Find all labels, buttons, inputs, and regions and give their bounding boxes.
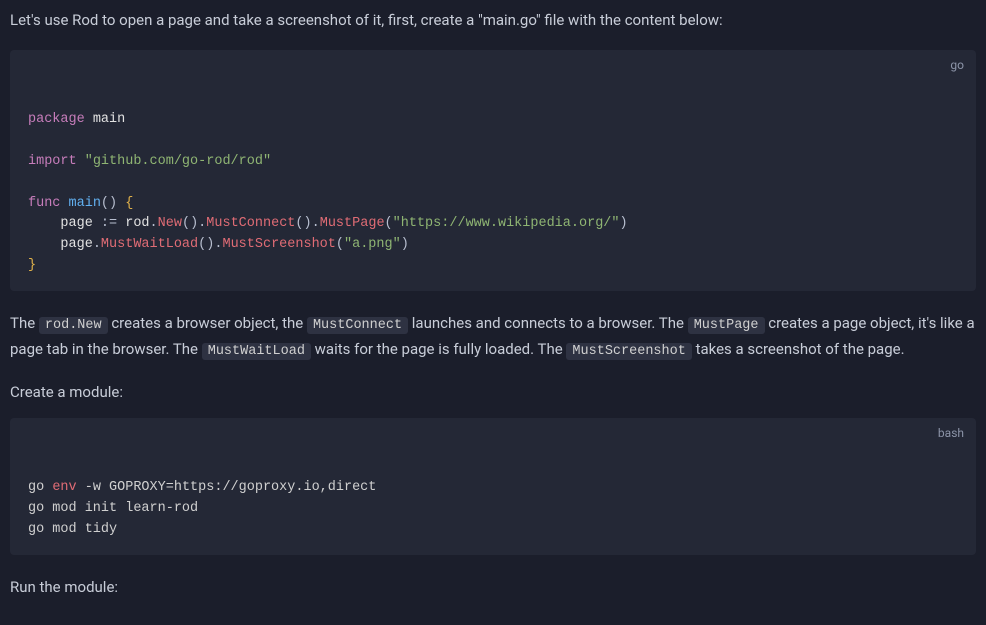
token-keyword: import — [28, 154, 77, 169]
token-string: "https://www.wikipedia.org/" — [393, 216, 620, 231]
token-text: go mod init learn-rod — [28, 501, 198, 516]
inline-code: MustWaitLoad — [202, 343, 311, 360]
inline-code: MustPage — [688, 317, 765, 334]
token-keyword: package — [28, 112, 85, 127]
inline-code: MustConnect — [307, 317, 408, 334]
token-punc: ) — [109, 196, 117, 211]
token-dot: . — [312, 216, 320, 231]
token-builtin: env — [52, 480, 76, 495]
token-call: MustConnect — [206, 216, 295, 231]
token-text: go — [28, 480, 52, 495]
text: takes a screenshot of the page. — [692, 340, 905, 358]
token-call: MustWaitLoad — [101, 237, 198, 252]
token-ident: page — [60, 216, 92, 231]
token-indent — [28, 237, 60, 252]
create-module-label: Create a module: — [10, 380, 976, 404]
token-string: "a.png" — [344, 237, 401, 252]
token-call: MustScreenshot — [222, 237, 335, 252]
token-indent — [28, 216, 60, 231]
token-ident: page — [60, 237, 92, 252]
token-text: -w GOPROXY=https://goproxy.io,direct — [77, 480, 377, 495]
text: launches and connects to a browser. The — [408, 314, 688, 332]
token-punc: ) — [401, 237, 409, 252]
text: The — [10, 314, 39, 332]
inline-code: rod.New — [39, 317, 108, 334]
code-block-go: go package main import "github.com/go-ro… — [10, 50, 976, 291]
token-brace: } — [28, 258, 36, 273]
token-string: "github.com/go-rod/rod" — [85, 154, 271, 169]
code-block-bash: bash go env -w GOPROXY=https://goproxy.i… — [10, 418, 976, 555]
token-op: := — [93, 216, 125, 231]
inline-code: MustScreenshot — [566, 343, 691, 360]
token-punc: ( — [336, 237, 344, 252]
token-punc: ( — [101, 196, 109, 211]
token-punc: ( — [295, 216, 303, 231]
token-func-name: main — [69, 196, 101, 211]
token-dot: . — [93, 237, 101, 252]
token-punc: ) — [190, 216, 198, 231]
token-punc: ( — [385, 216, 393, 231]
token-text: go mod tidy — [28, 522, 117, 537]
token-punc: ) — [620, 216, 628, 231]
token-call: MustPage — [320, 216, 385, 231]
token-keyword: func — [28, 196, 60, 211]
run-module-label: Run the module: — [10, 575, 976, 599]
intro-paragraph: Let's use Rod to open a page and take a … — [10, 8, 976, 32]
token-ident: rod — [125, 216, 149, 231]
token-dot: . — [150, 216, 158, 231]
token-punc: ) — [304, 216, 312, 231]
lang-tag-go: go — [950, 56, 964, 75]
token-punc: ( — [182, 216, 190, 231]
lang-tag-bash: bash — [938, 424, 964, 443]
explanation-paragraph: The rod.New creates a browser object, th… — [10, 311, 976, 362]
token-ident: main — [93, 112, 125, 127]
text: creates a browser object, the — [108, 314, 307, 332]
token-call: New — [158, 216, 182, 231]
text: waits for the page is fully loaded. The — [311, 340, 566, 358]
token-brace: { — [125, 196, 133, 211]
